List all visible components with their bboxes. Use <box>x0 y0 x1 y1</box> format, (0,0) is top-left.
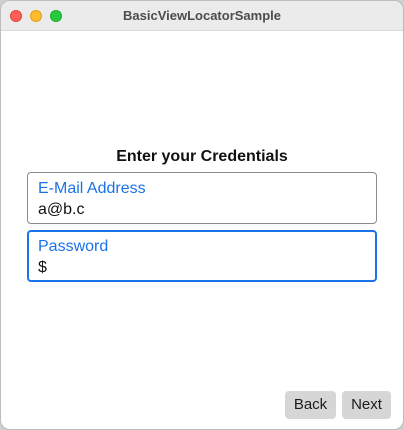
email-field[interactable]: E-Mail Address a@b.c <box>27 172 377 224</box>
password-field-label: Password <box>38 238 109 255</box>
email-field-label: E-Mail Address <box>38 180 146 197</box>
next-button[interactable]: Next <box>342 391 391 419</box>
form-heading: Enter your Credentials <box>116 148 288 165</box>
title-bar[interactable]: BasicViewLocatorSample <box>1 1 403 31</box>
email-field-value[interactable]: a@b.c <box>38 201 84 219</box>
back-button[interactable]: Back <box>285 391 336 419</box>
window-title: BasicViewLocatorSample <box>123 8 281 23</box>
password-field-value[interactable]: $ <box>38 259 47 277</box>
password-field[interactable]: Password $ <box>27 230 377 282</box>
app-window: BasicViewLocatorSample Enter your Creden… <box>0 0 404 430</box>
